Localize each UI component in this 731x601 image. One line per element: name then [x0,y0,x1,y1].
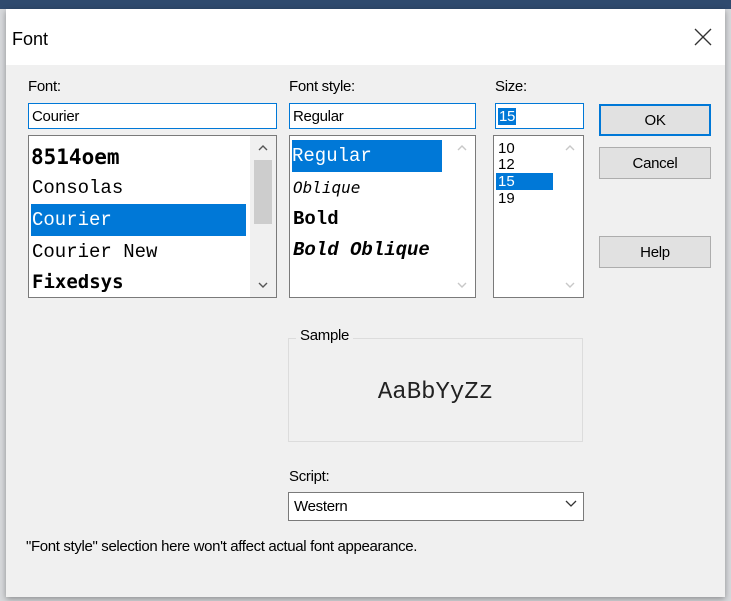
close-icon [694,28,712,46]
scroll-down-arrow [557,275,583,295]
close-button[interactable] [683,17,723,57]
size-label: Size: [495,78,527,95]
scroll-thumb[interactable] [254,160,272,224]
font-list-item[interactable]: Consolas [31,173,246,203]
size-list[interactable]: 10 12 15 19 [493,135,584,298]
size-list-scrollbar [557,136,583,297]
font-label: Font: [28,78,61,95]
size-input-selected-text: 15 [498,108,517,125]
chevron-down-icon [258,282,268,288]
font-list-item-selected[interactable]: Courier [31,204,246,236]
script-label: Script: [289,468,330,485]
font-list-item[interactable]: Fixedsys [31,267,246,297]
chevron-up-icon [565,145,575,151]
font-style-input[interactable]: Regular [289,103,476,129]
size-list-item[interactable]: 10 [496,140,553,157]
window-top-edge [0,0,731,9]
font-dialog: Font Font: Courier 8514oem Consolas Cour… [6,9,725,597]
ok-button[interactable]: OK [599,104,711,136]
font-name-input[interactable]: Courier [28,103,277,129]
font-list-item[interactable]: Courier New [31,237,246,267]
style-list-item[interactable]: Bold [292,204,443,234]
style-list-item-selected[interactable]: Regular [292,140,442,172]
script-select[interactable]: Western [288,492,584,521]
font-list-item[interactable]: 8514oem [31,142,245,172]
size-list-item[interactable]: 19 [496,190,553,207]
font-list[interactable]: 8514oem Consolas Courier Courier New Fix… [28,135,277,298]
style-list-item[interactable]: Bold Oblique [292,235,448,265]
font-style-label: Font style: [289,78,355,95]
size-list-item[interactable]: 12 [496,156,553,173]
font-list-scrollbar[interactable] [250,136,276,297]
sample-label: Sample [296,327,354,344]
size-list-item-selected[interactable]: 15 [496,173,553,190]
chevron-up-icon [457,145,467,151]
title-bar: Font [6,9,725,65]
script-select-value: Western [294,498,348,515]
help-button[interactable]: Help [599,236,711,268]
font-style-note: "Font style" selection here won't affect… [26,538,418,555]
scroll-up-arrow [557,138,583,158]
cancel-button[interactable]: Cancel [599,147,711,179]
scroll-up-arrow [449,138,475,158]
scroll-up-arrow[interactable] [250,138,276,158]
style-list-item[interactable]: Oblique [292,173,443,203]
sample-preview-text: AaBbYyZz [377,379,494,406]
chevron-down-icon [565,500,577,507]
scroll-down-arrow[interactable] [250,275,276,295]
scroll-down-arrow [449,275,475,295]
style-list-scrollbar [449,136,475,297]
font-style-list[interactable]: Regular Oblique Bold Bold Oblique [289,135,476,298]
chevron-down-icon [457,282,467,288]
size-input[interactable]: 15 [495,103,584,129]
window-title: Font [12,29,49,49]
chevron-up-icon [258,145,268,151]
chevron-down-icon [565,282,575,288]
